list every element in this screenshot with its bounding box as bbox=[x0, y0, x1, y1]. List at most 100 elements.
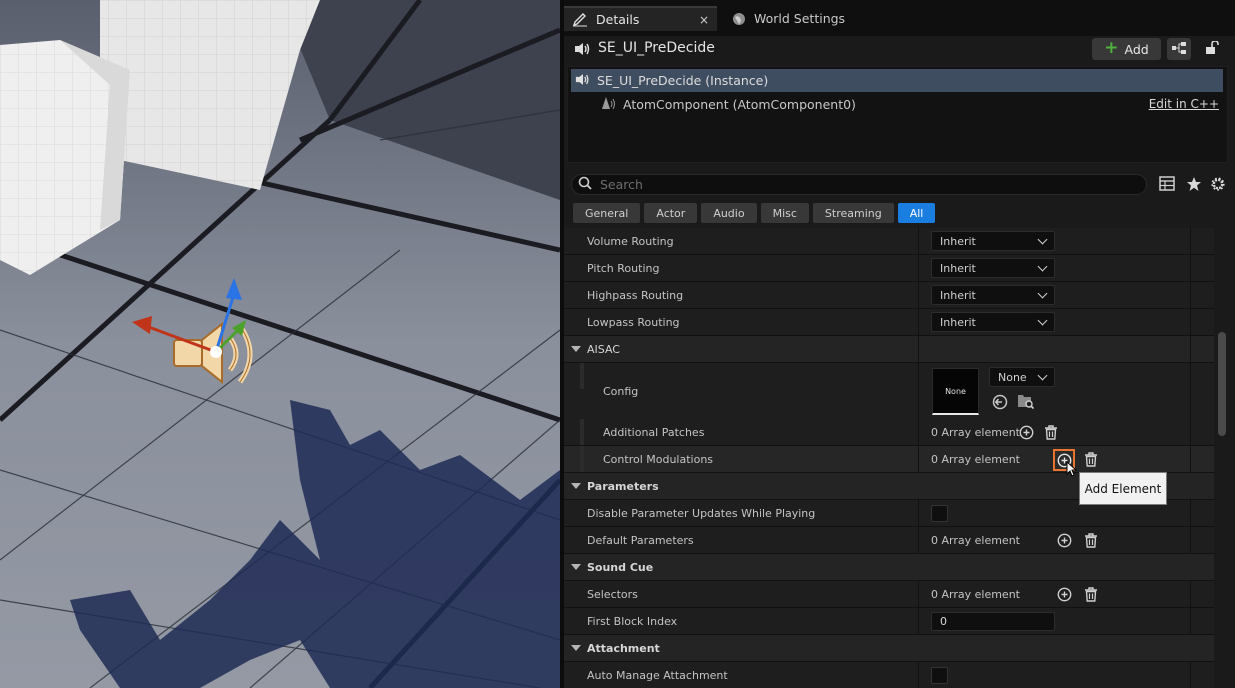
category-filters: General Actor Audio Misc Streaming All bbox=[573, 203, 936, 223]
add-element-icon[interactable] bbox=[1018, 424, 1034, 440]
tree-item-atom-component[interactable]: AtomComponent (AtomComponent0) Edit in C… bbox=[571, 93, 1223, 116]
tab-world-settings[interactable]: World Settings bbox=[724, 6, 853, 31]
lock-button[interactable] bbox=[1201, 38, 1223, 60]
property-row: First Block Index 0 bbox=[564, 608, 1214, 635]
scrollbar-thumb[interactable] bbox=[1218, 332, 1226, 436]
property-label: Config bbox=[603, 384, 639, 398]
tab-details[interactable]: Details × bbox=[564, 6, 717, 31]
settings-button[interactable] bbox=[1209, 176, 1227, 194]
category-label: Parameters bbox=[587, 479, 659, 493]
chevron-down-icon bbox=[1037, 234, 1048, 244]
dropdown-value: Inherit bbox=[940, 261, 976, 275]
category-label: AISAC bbox=[587, 342, 620, 356]
category-aisac[interactable]: AISAC bbox=[564, 336, 1214, 363]
dropdown-value: None bbox=[998, 370, 1027, 384]
array-count: 0 Array element bbox=[931, 425, 1020, 439]
auto-manage-attachment-checkbox[interactable] bbox=[931, 666, 948, 684]
edit-in-cpp-link[interactable]: Edit in C++ bbox=[1149, 97, 1219, 111]
property-label: Default Parameters bbox=[587, 533, 694, 547]
add-element-tooltip: Add Element bbox=[1079, 472, 1167, 505]
add-component-button[interactable]: + Add bbox=[1092, 38, 1161, 60]
property-row: Control Modulations 0 Array element bbox=[564, 446, 1214, 473]
level-viewport[interactable] bbox=[0, 0, 560, 688]
viewport-scene bbox=[0, 0, 560, 688]
tree-item-instance-label: SE_UI_PreDecide (Instance) bbox=[597, 73, 769, 88]
trash-icon[interactable] bbox=[1083, 451, 1099, 467]
gear-icon bbox=[1210, 176, 1226, 195]
filter-streaming[interactable]: Streaming bbox=[812, 203, 894, 223]
add-element-icon[interactable] bbox=[1056, 586, 1072, 602]
filter-audio[interactable]: Audio bbox=[701, 203, 757, 223]
property-row: Additional Patches 0 Array element bbox=[564, 419, 1214, 446]
property-label: First Block Index bbox=[587, 614, 678, 628]
pitch-routing-dropdown[interactable]: Inherit bbox=[931, 258, 1055, 278]
chevron-down-icon bbox=[1037, 288, 1048, 298]
atom-component-icon bbox=[601, 96, 617, 113]
tab-details-label: Details bbox=[596, 12, 640, 27]
highpass-routing-dropdown[interactable]: Inherit bbox=[931, 285, 1055, 305]
property-matrix-button[interactable] bbox=[1158, 176, 1176, 194]
category-sound-cue[interactable]: Sound Cue bbox=[564, 554, 1214, 581]
property-label: Selectors bbox=[587, 587, 638, 601]
browse-icon[interactable] bbox=[1017, 393, 1035, 413]
property-grid: Volume Routing Inherit Pitch Routing Inh… bbox=[564, 228, 1214, 688]
expand-arrow-icon bbox=[571, 346, 581, 352]
expand-arrow-icon bbox=[571, 645, 581, 651]
use-selected-icon[interactable] bbox=[992, 394, 1008, 413]
close-icon[interactable]: × bbox=[699, 13, 709, 27]
property-label: Pitch Routing bbox=[587, 261, 660, 275]
filter-all[interactable]: All bbox=[897, 203, 936, 223]
array-count: 0 Array element bbox=[931, 587, 1020, 601]
filter-actor[interactable]: Actor bbox=[644, 203, 698, 223]
property-label: Disable Parameter Updates While Playing bbox=[587, 506, 816, 520]
filter-general[interactable]: General bbox=[573, 203, 641, 223]
tree-item-atom-component-label: AtomComponent (AtomComponent0) bbox=[623, 97, 856, 112]
trash-icon[interactable] bbox=[1083, 586, 1099, 602]
property-row: Highpass Routing Inherit bbox=[564, 282, 1214, 309]
thumbnail-label: None bbox=[945, 386, 966, 396]
property-row: Volume Routing Inherit bbox=[564, 228, 1214, 255]
property-label: Control Modulations bbox=[603, 452, 714, 466]
config-asset-dropdown[interactable]: None bbox=[989, 367, 1055, 387]
lowpass-routing-dropdown[interactable]: Inherit bbox=[931, 312, 1055, 332]
expand-arrow-icon bbox=[571, 564, 581, 570]
chevron-down-icon bbox=[1037, 315, 1048, 325]
hierarchy-icon bbox=[1171, 41, 1187, 57]
add-element-icon[interactable] bbox=[1056, 532, 1072, 548]
blueprint-hierarchy-button[interactable] bbox=[1167, 38, 1191, 60]
category-attachment[interactable]: Attachment bbox=[564, 635, 1214, 662]
add-component-label: Add bbox=[1124, 41, 1149, 57]
property-label: Highpass Routing bbox=[587, 288, 684, 302]
volume-routing-dropdown[interactable]: Inherit bbox=[931, 231, 1055, 251]
globe-icon bbox=[732, 12, 746, 26]
property-row: Selectors 0 Array element bbox=[564, 581, 1214, 608]
expand-arrow-icon bbox=[571, 483, 581, 489]
property-label: Volume Routing bbox=[587, 234, 674, 248]
search-input[interactable] bbox=[600, 177, 1120, 192]
details-panel: Details × World Settings SE_UI_PreDecide… bbox=[564, 0, 1235, 688]
table-icon bbox=[1159, 176, 1175, 194]
first-block-index-input[interactable]: 0 bbox=[931, 611, 1055, 631]
dropdown-value: Inherit bbox=[940, 315, 976, 329]
disable-updates-checkbox[interactable] bbox=[931, 504, 948, 522]
speaker-icon bbox=[575, 73, 591, 89]
tree-item-instance[interactable]: SE_UI_PreDecide (Instance) bbox=[571, 69, 1223, 92]
favorites-button[interactable] bbox=[1185, 176, 1203, 194]
object-header: SE_UI_PreDecide + Add bbox=[564, 36, 1235, 62]
tab-bar: Details × World Settings bbox=[564, 0, 1235, 36]
filter-misc[interactable]: Misc bbox=[760, 203, 809, 223]
property-label: Additional Patches bbox=[603, 425, 705, 439]
property-label: Lowpass Routing bbox=[587, 315, 680, 329]
object-name: SE_UI_PreDecide bbox=[598, 40, 715, 56]
property-row: Lowpass Routing Inherit bbox=[564, 309, 1214, 336]
pencil-icon bbox=[572, 12, 588, 27]
trash-icon[interactable] bbox=[1083, 532, 1099, 548]
property-row: Default Parameters 0 Array element bbox=[564, 527, 1214, 554]
trash-icon[interactable] bbox=[1043, 424, 1059, 440]
chevron-down-icon bbox=[1037, 370, 1048, 380]
asset-thumbnail[interactable]: None bbox=[932, 368, 979, 415]
property-row-config: Config None None bbox=[564, 363, 1214, 421]
search-box[interactable] bbox=[571, 174, 1147, 195]
details-scrollbar[interactable] bbox=[1214, 228, 1235, 688]
property-label: Auto Manage Attachment bbox=[587, 668, 728, 682]
